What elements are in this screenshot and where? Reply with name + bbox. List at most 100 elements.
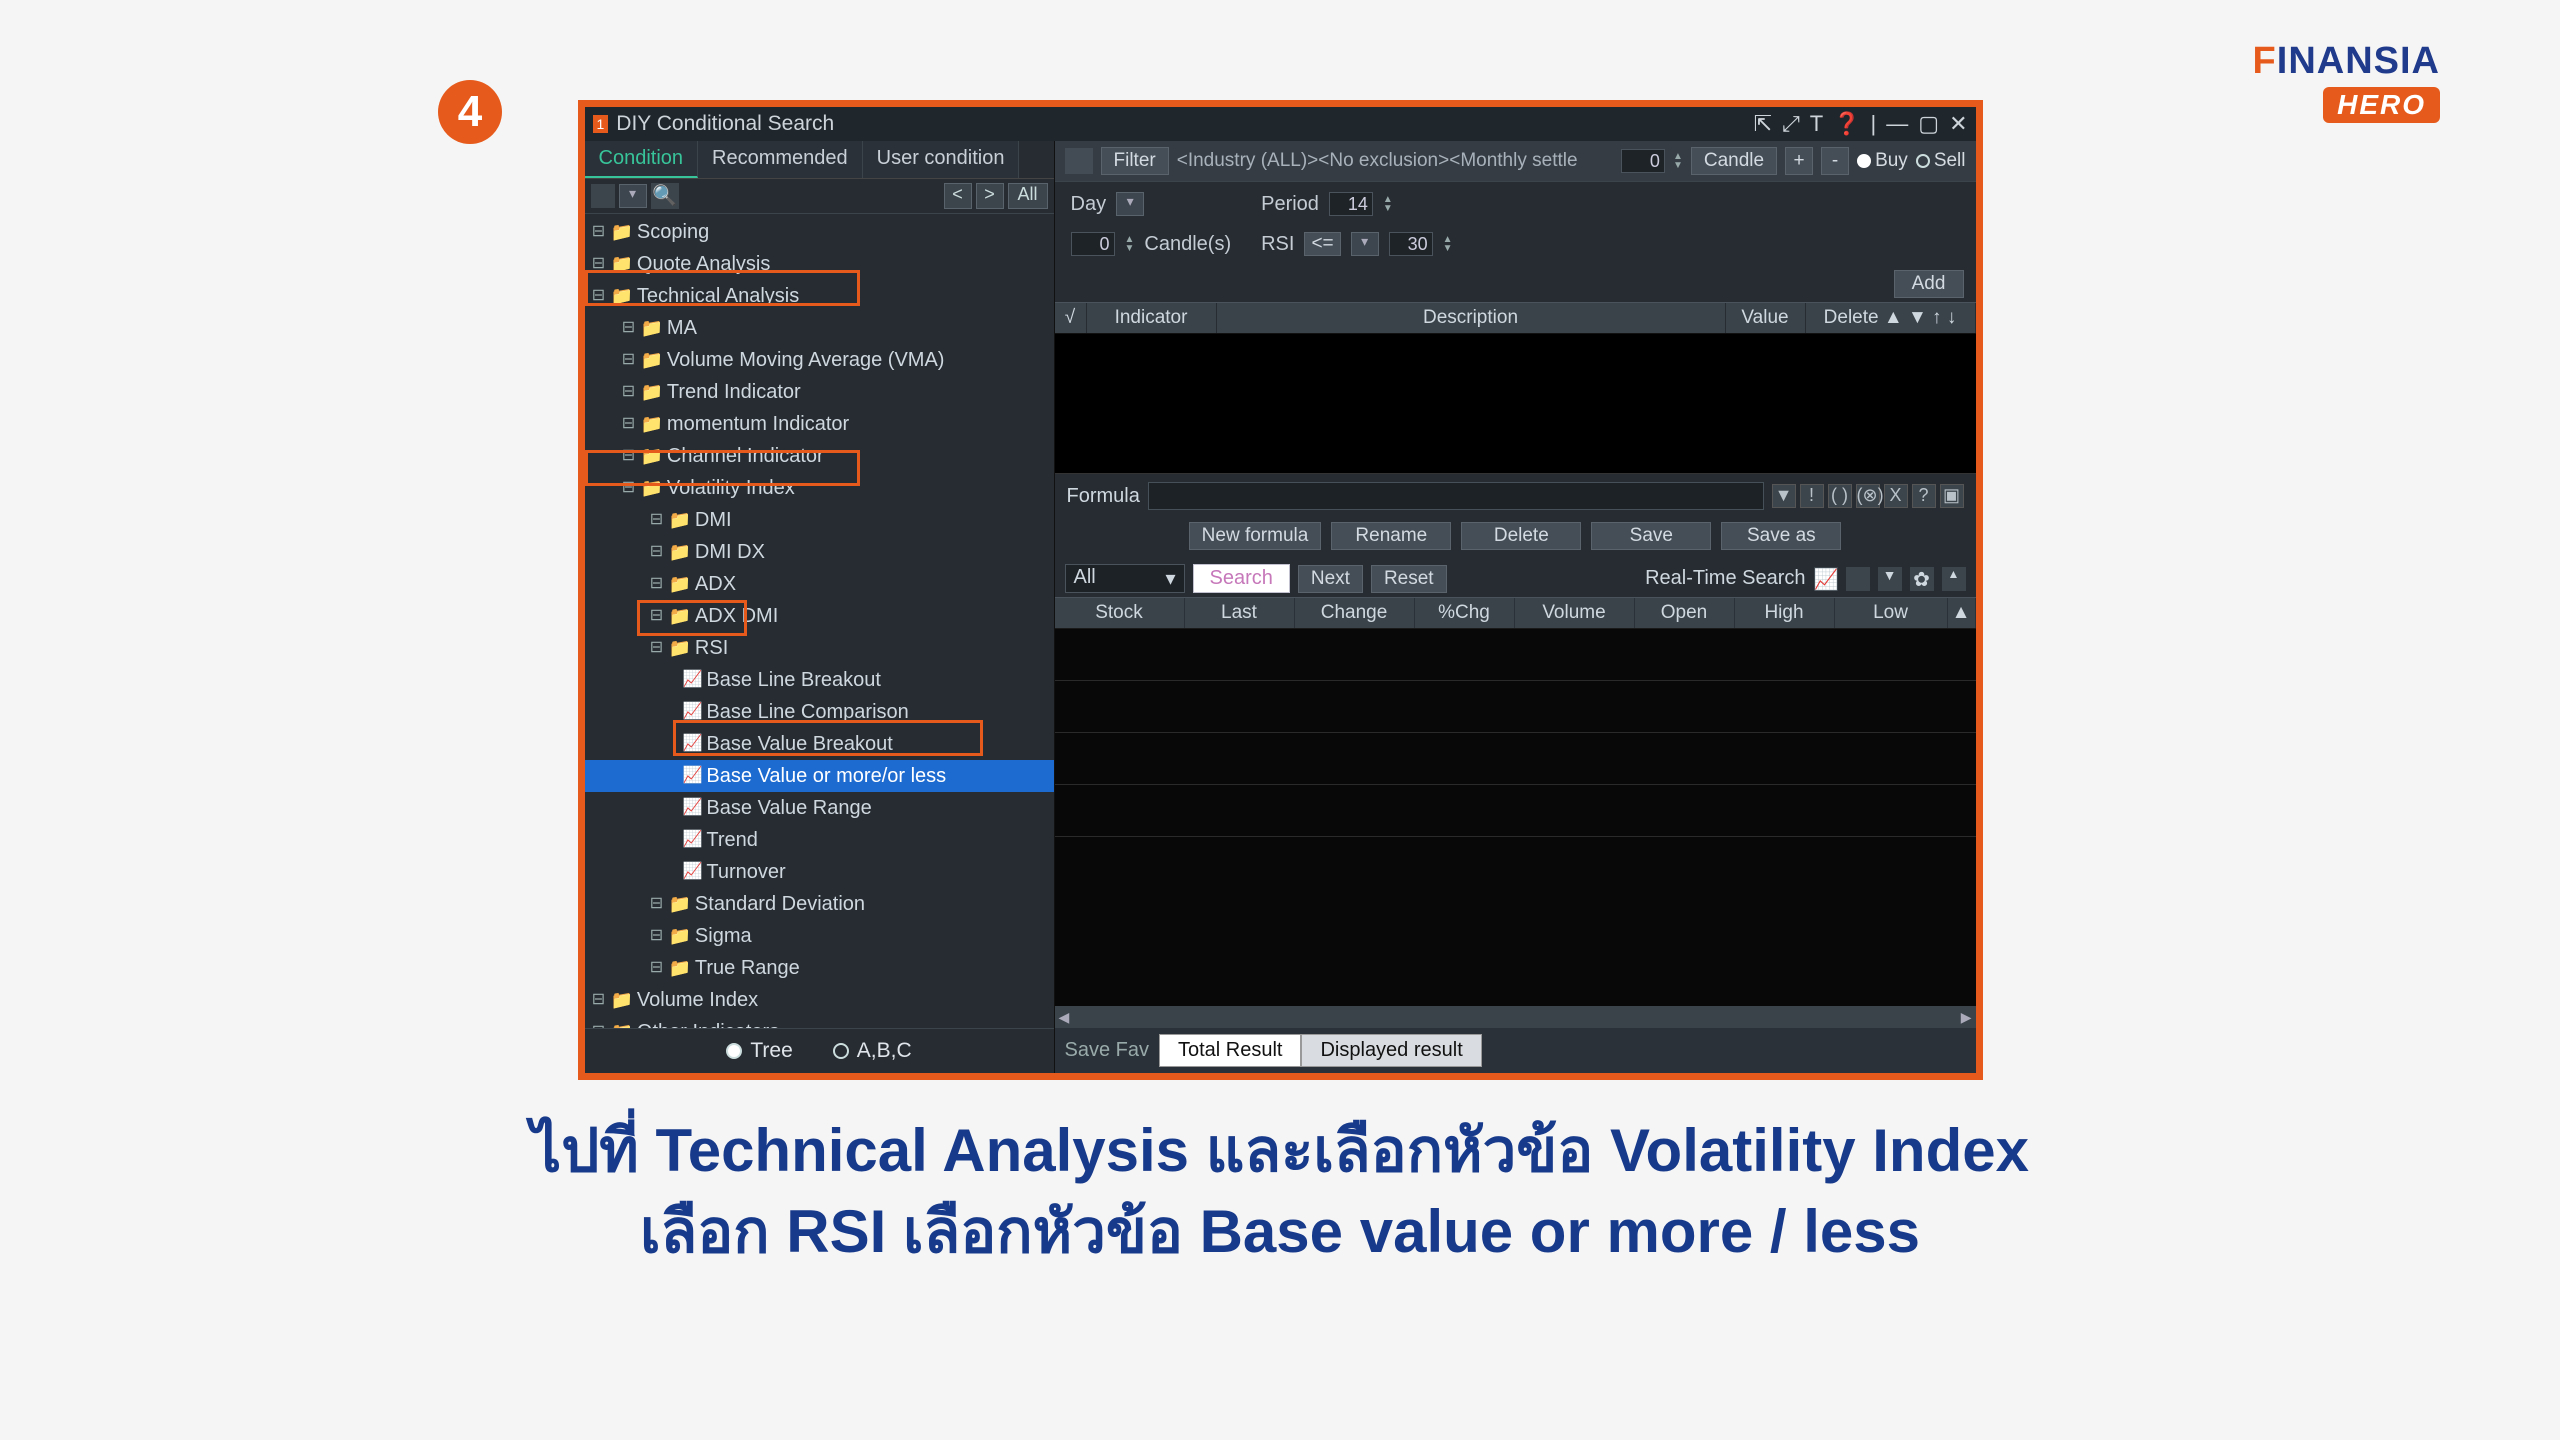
nav-next[interactable]: >	[976, 183, 1004, 209]
rename-button[interactable]: Rename	[1331, 522, 1451, 550]
col-volume[interactable]: Volume	[1515, 598, 1635, 628]
col-delete[interactable]: Delete ▲ ▼ ↑ ↓	[1806, 303, 1976, 333]
col-change[interactable]: Change	[1295, 598, 1415, 628]
tree-rsi-baseline-breakout[interactable]: 📈Base Line Breakout	[585, 664, 1054, 696]
rsi-value-input[interactable]	[1389, 232, 1433, 256]
tree-quote-analysis[interactable]: ⊟📁Quote Analysis	[585, 248, 1054, 280]
tree-scoping[interactable]: ⊟📁Scoping	[585, 216, 1054, 248]
tree-vma[interactable]: ⊟📁Volume Moving Average (VMA)	[585, 344, 1054, 376]
col-value[interactable]: Value	[1726, 303, 1806, 333]
period-input[interactable]	[1329, 192, 1373, 216]
tab-recommended[interactable]: Recommended	[698, 141, 863, 178]
col-last[interactable]: Last	[1185, 598, 1295, 628]
rsi-operator[interactable]: <=	[1304, 232, 1340, 256]
col-open[interactable]: Open	[1635, 598, 1735, 628]
tree-rsi-trend[interactable]: 📈Trend	[585, 824, 1054, 856]
expand-icon[interactable]: ⤢	[1782, 111, 1800, 137]
sort-icon[interactable]: ▲	[1942, 567, 1966, 591]
settings-icon[interactable]: ✿	[1910, 567, 1934, 591]
tree-volume-index[interactable]: ⊟📁Volume Index	[585, 984, 1054, 1016]
radio-tree[interactable]: Tree	[726, 1039, 792, 1063]
formula-help-icon[interactable]: ?	[1912, 484, 1936, 508]
filter-number[interactable]	[1621, 149, 1665, 173]
realtime-window-icon[interactable]	[1846, 567, 1870, 591]
new-formula-button[interactable]: New formula	[1189, 522, 1322, 550]
formula-expand-icon[interactable]: ▣	[1940, 484, 1964, 508]
col-indicator[interactable]: Indicator	[1087, 303, 1217, 333]
col-high[interactable]: High	[1735, 598, 1835, 628]
rsi-spinner[interactable]: ▲▼	[1443, 235, 1453, 253]
text-icon[interactable]: T	[1810, 111, 1823, 137]
toolbar-slot[interactable]	[591, 184, 615, 208]
save-button[interactable]: Save	[1591, 522, 1711, 550]
tree-adx[interactable]: ⊟📁ADX	[585, 568, 1054, 600]
tree-rsi-basevalue-more-less[interactable]: 📈Base Value or more/or less	[585, 760, 1054, 792]
formula-clear-icon[interactable]: X	[1884, 484, 1908, 508]
radio-sell[interactable]: Sell	[1916, 150, 1966, 172]
realtime-down-icon[interactable]: ▼	[1878, 567, 1902, 591]
tree-other-indicators[interactable]: ⊟📁Other Indicators	[585, 1016, 1054, 1028]
tab-displayed-result[interactable]: Displayed result	[1301, 1034, 1481, 1067]
tree-trend-indicator[interactable]: ⊟📁Trend Indicator	[585, 376, 1054, 408]
col-stock[interactable]: Stock	[1055, 598, 1185, 628]
tree-dmidx[interactable]: ⊟📁DMI DX	[585, 536, 1054, 568]
rsi-op-dropdown[interactable]: ▾	[1351, 232, 1379, 256]
tree-rsi-baseline-comparison[interactable]: 📈Base Line Comparison	[585, 696, 1054, 728]
toolbar-dropdown[interactable]: ▾	[619, 184, 647, 208]
scope-select[interactable]: All▾	[1065, 564, 1185, 593]
tree-rsi-basevalue-breakout[interactable]: 📈Base Value Breakout	[585, 728, 1054, 760]
reset-button[interactable]: Reset	[1371, 565, 1447, 593]
scroll-right-icon[interactable]: ▶	[1961, 1009, 1972, 1026]
minimize-icon[interactable]: —	[1886, 111, 1908, 137]
tab-user-condition[interactable]: User condition	[863, 141, 1020, 178]
tree-momentum-indicator[interactable]: ⊟📁momentum Indicator	[585, 408, 1054, 440]
filter-button[interactable]: Filter	[1101, 147, 1169, 175]
filter-icon[interactable]	[1065, 148, 1093, 174]
horizontal-scrollbar[interactable]: ◀ ▶	[1055, 1006, 1976, 1028]
save-as-button[interactable]: Save as	[1721, 522, 1841, 550]
col-low[interactable]: Low	[1835, 598, 1948, 628]
tree-technical-analysis[interactable]: ⊟📁Technical Analysis	[585, 280, 1054, 312]
maximize-icon[interactable]: ▢	[1918, 111, 1939, 137]
formula-dropdown-icon[interactable]: ▼	[1772, 484, 1796, 508]
delete-button[interactable]: Delete	[1461, 522, 1581, 550]
tree-rsi-turnover[interactable]: 📈Turnover	[585, 856, 1054, 888]
tree-rsi[interactable]: ⊟📁RSI	[585, 632, 1054, 664]
popout-icon[interactable]: ⇱	[1754, 111, 1772, 137]
nav-all[interactable]: All	[1008, 183, 1048, 209]
spinner-icon[interactable]: ▲▼	[1673, 152, 1683, 170]
tree-channel-indicator[interactable]: ⊟📁Channel Indicator	[585, 440, 1054, 472]
radio-abc[interactable]: A,B,C	[833, 1039, 912, 1063]
radio-buy[interactable]: Buy	[1857, 150, 1908, 172]
next-button[interactable]: Next	[1298, 565, 1363, 593]
close-icon[interactable]: ✕	[1949, 111, 1967, 137]
minus-button[interactable]: -	[1821, 147, 1849, 175]
tab-total-result[interactable]: Total Result	[1159, 1034, 1302, 1067]
formula-paren-icon[interactable]: ( )	[1828, 484, 1852, 508]
tree-sigma[interactable]: ⊟📁Sigma	[585, 920, 1054, 952]
save-fav-button[interactable]: Save Fav	[1065, 1039, 1149, 1062]
formula-group-icon[interactable]: (⊗)	[1856, 484, 1880, 508]
tree-volatility-index[interactable]: ⊟📁Volatility Index	[585, 472, 1054, 504]
candles-input[interactable]	[1071, 232, 1115, 256]
plus-button[interactable]: +	[1785, 147, 1813, 175]
candles-spinner[interactable]: ▲▼	[1125, 235, 1135, 253]
realtime-chart-icon[interactable]: 📈	[1814, 567, 1838, 591]
nav-prev[interactable]: <	[944, 183, 972, 209]
tree-dmi[interactable]: ⊟📁DMI	[585, 504, 1054, 536]
day-dropdown[interactable]: ▾	[1116, 192, 1144, 216]
help-icon[interactable]: ❓	[1833, 111, 1860, 137]
col-scroll[interactable]: ▲	[1948, 598, 1976, 628]
add-button[interactable]: Add	[1894, 270, 1964, 298]
tree-std-deviation[interactable]: ⊟📁Standard Deviation	[585, 888, 1054, 920]
tree-ma[interactable]: ⊟📁MA	[585, 312, 1054, 344]
search-icon[interactable]: 🔍	[651, 183, 679, 209]
scroll-left-icon[interactable]: ◀	[1059, 1009, 1070, 1026]
col-description[interactable]: Description	[1217, 303, 1726, 333]
tree-true-range[interactable]: ⊟📁True Range	[585, 952, 1054, 984]
col-pchg[interactable]: %Chg	[1415, 598, 1515, 628]
period-spinner[interactable]: ▲▼	[1383, 195, 1393, 213]
search-button[interactable]: Search	[1193, 564, 1290, 593]
formula-not-icon[interactable]: !	[1800, 484, 1824, 508]
tree-rsi-basevalue-range[interactable]: 📈Base Value Range	[585, 792, 1054, 824]
